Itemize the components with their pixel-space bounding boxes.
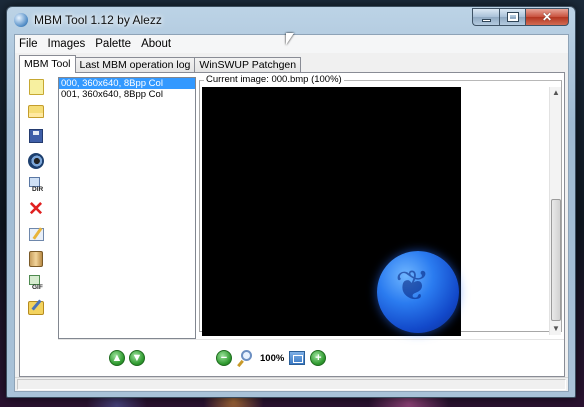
arrow-down-icon: ▼ <box>131 351 143 364</box>
new-button[interactable] <box>26 77 46 97</box>
preview-group: Current image: 000.bmp (100%) ❦ ▲ ▼ <box>196 73 564 336</box>
tool-button[interactable] <box>26 249 46 269</box>
delete-button[interactable]: ✕ <box>26 200 46 220</box>
close-icon: ✕ <box>541 10 553 24</box>
menu-about[interactable]: About <box>136 38 176 50</box>
app-window: MBM Tool 1.12 by Alezz ✕ File Images Pal… <box>6 6 576 398</box>
client-area: File Images Palette About MBM Tool Last … <box>14 34 569 392</box>
open-icon <box>28 105 44 118</box>
arrow-up-icon: ▲ <box>111 351 123 364</box>
fit-window-icon[interactable] <box>289 351 306 365</box>
zoom-in-button[interactable]: + <box>310 350 327 366</box>
menu-file[interactable]: File <box>15 38 43 50</box>
move-down-button[interactable]: ▼ <box>129 350 145 366</box>
zoom-level: 100% <box>260 352 285 364</box>
window-title: MBM Tool 1.12 by Alezz <box>34 13 162 27</box>
orb-image: ❦ <box>377 251 459 333</box>
minimize-icon <box>481 18 491 22</box>
preview-caption: Current image: 000.bmp (100%) <box>204 73 344 86</box>
menu-palette[interactable]: Palette <box>90 38 136 50</box>
close-button[interactable]: ✕ <box>525 8 569 26</box>
scroll-thumb[interactable] <box>551 199 561 321</box>
minimize-button[interactable] <box>472 8 499 26</box>
orb-logo-icon: ❦ <box>395 261 431 310</box>
minus-icon: − <box>220 351 228 364</box>
app-icon[interactable] <box>14 13 28 27</box>
list-item[interactable]: 001, 360x640, 8Bpp Col <box>59 89 195 100</box>
preview-scrollbar[interactable]: ▲ ▼ <box>549 87 561 335</box>
save-icon <box>29 129 43 143</box>
status-panel <box>17 379 566 390</box>
tab-operation-log[interactable]: Last MBM operation log <box>74 57 196 73</box>
maximize-button[interactable] <box>499 8 525 26</box>
mouse-cursor-icon <box>286 33 294 45</box>
menu-images[interactable]: Images <box>43 38 91 50</box>
export-gif-button[interactable]: GIF <box>26 273 46 293</box>
new-icon <box>28 79 44 95</box>
edit-button[interactable] <box>26 224 46 244</box>
vertical-toolbar: DIR ✕ GIF <box>23 77 49 357</box>
delete-icon: ✕ <box>28 198 44 220</box>
export-dir-icon: DIR <box>28 177 44 193</box>
save-button[interactable] <box>26 126 46 146</box>
maximize-icon <box>506 12 519 22</box>
mbm-tool-panel: DIR ✕ GIF 000, 360x640, 8Bpp Col 001, 36… <box>19 72 565 377</box>
image-list[interactable]: 000, 360x640, 8Bpp Col 001, 360x640, 8Bp… <box>58 77 196 339</box>
tab-winswup-patchgen[interactable]: WinSWUP Patchgen <box>194 57 302 73</box>
magnifier-icon <box>241 350 252 361</box>
move-up-button[interactable]: ▲ <box>109 350 125 366</box>
tab-mbm-tool[interactable]: MBM Tool <box>19 55 76 73</box>
status-bar <box>15 377 568 391</box>
export-gif-icon: GIF <box>28 275 44 291</box>
tool-icon <box>29 250 43 267</box>
audio-button[interactable] <box>26 151 46 171</box>
open-edit-icon <box>28 300 44 315</box>
window-controls: ✕ <box>472 8 569 26</box>
scroll-up-icon[interactable]: ▲ <box>550 87 562 99</box>
gif-label: GIF <box>32 284 43 291</box>
scroll-down-icon[interactable]: ▼ <box>550 323 562 335</box>
image-canvas[interactable]: ❦ <box>202 87 461 336</box>
zoom-button[interactable] <box>237 349 255 368</box>
plus-icon: + <box>315 351 322 364</box>
dir-label: DIR <box>32 186 44 193</box>
tab-strip: MBM Tool Last MBM operation log WinSWUP … <box>19 55 302 73</box>
export-dir-button[interactable]: DIR <box>26 175 46 195</box>
zoom-out-button[interactable]: − <box>216 350 232 366</box>
edit-icon <box>28 227 44 241</box>
open-edit-button[interactable] <box>26 298 46 318</box>
audio-icon <box>28 152 44 169</box>
list-item[interactable]: 000, 360x640, 8Bpp Col <box>59 78 195 89</box>
open-button[interactable] <box>26 102 46 122</box>
list-controls: ▲ ▼ <box>58 339 196 376</box>
zoom-controls: − 100% + <box>196 339 564 376</box>
title-bar[interactable]: MBM Tool 1.12 by Alezz ✕ <box>7 7 575 33</box>
